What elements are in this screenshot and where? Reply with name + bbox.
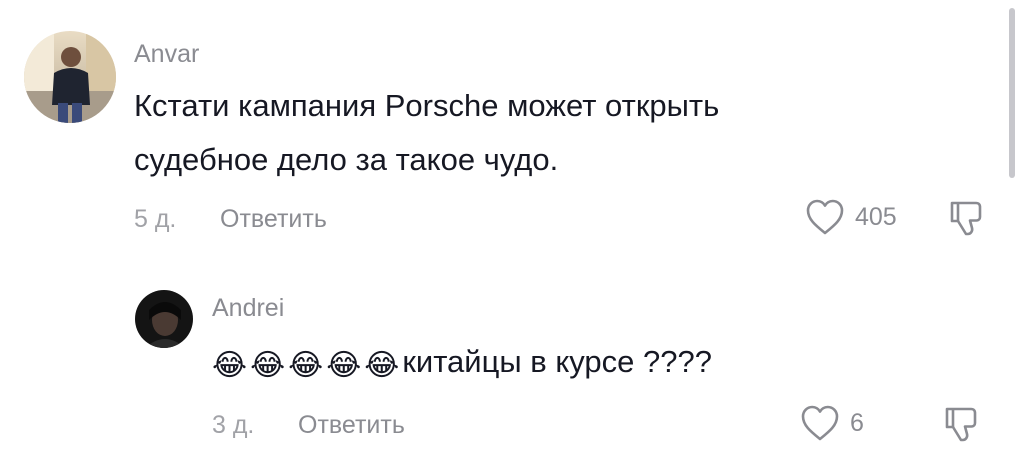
avatar[interactable]: [135, 290, 193, 348]
reply-button[interactable]: Ответить: [298, 413, 405, 438]
comment-text-line-2: судебное дело за такое чудо.: [134, 142, 559, 177]
tears-of-joy-emoji: 😂: [326, 349, 362, 382]
username[interactable]: Andrei: [212, 296, 284, 321]
thumb-down-icon: [945, 407, 977, 442]
like-count: 6: [850, 408, 864, 437]
dislike-button[interactable]: [946, 197, 988, 244]
dislike-button[interactable]: [941, 403, 983, 450]
comment-time: 3 д.: [212, 411, 255, 439]
thumb-down-icon: [950, 201, 982, 236]
heart-outline-icon: [801, 405, 839, 441]
avatar-photo: [24, 31, 116, 123]
like-button[interactable]: 405: [805, 198, 897, 236]
comment-time: 5 д.: [134, 205, 177, 233]
comment-text-line-1: Кстати кампания Porsche может открыть: [134, 88, 720, 123]
like-count: 405: [855, 202, 897, 231]
comment-andrei: Andrei 😂 😂 😂 😂 😂китайцы в курсе ???? 3 д. От…: [0, 270, 1024, 470]
reply-button[interactable]: Ответить: [220, 207, 327, 232]
comment-text-body: китайцы в курсе ????: [402, 344, 712, 379]
tears-of-joy-emoji: 😂: [250, 349, 286, 382]
tears-of-joy-emoji: 😂: [288, 349, 324, 382]
avatar[interactable]: [24, 31, 116, 123]
avatar-photo: [135, 290, 193, 348]
username[interactable]: Anvar: [134, 42, 199, 67]
like-button[interactable]: 6: [800, 404, 864, 442]
comment-anvar: Anvar Кстати кампания Porsche может откр…: [0, 0, 1024, 250]
tears-of-joy-emoji: 😂: [212, 349, 248, 382]
tears-of-joy-emoji: 😂: [364, 349, 400, 382]
heart-outline-icon: [806, 199, 844, 235]
comment-text: 😂 😂 😂 😂 😂китайцы в курсе ????: [212, 336, 712, 392]
